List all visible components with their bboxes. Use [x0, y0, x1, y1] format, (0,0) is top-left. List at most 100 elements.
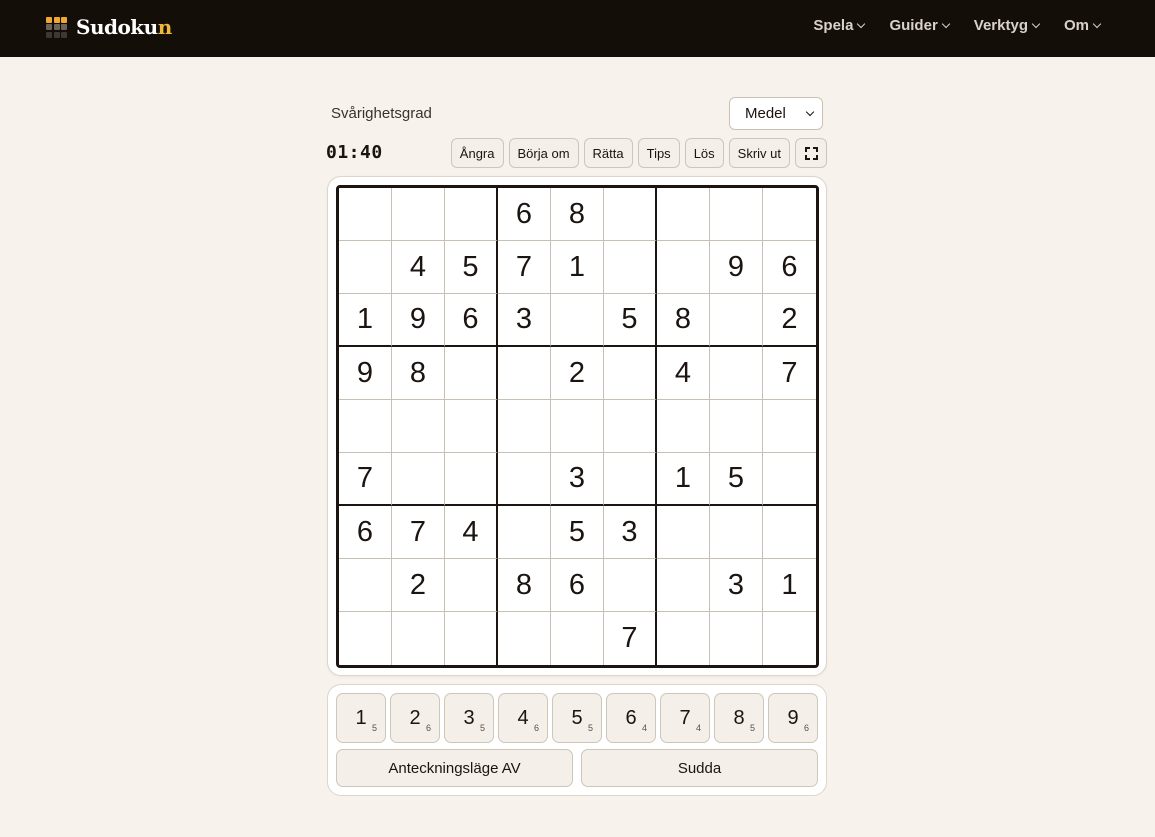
sudoku-cell-r9c6[interactable]: 7	[604, 612, 657, 665]
solve-button[interactable]: Lös	[684, 138, 724, 168]
digit-button-8[interactable]: 85	[714, 693, 764, 743]
sudoku-cell-r3c1[interactable]: 1	[339, 294, 392, 347]
sudoku-cell-r7c6[interactable]: 3	[604, 506, 657, 559]
sudoku-cell-r5c3[interactable]	[445, 400, 498, 453]
sudoku-cell-r5c8[interactable]	[710, 400, 763, 453]
sudoku-cell-r2c1[interactable]	[339, 241, 392, 294]
sudoku-cell-r9c1[interactable]	[339, 612, 392, 665]
sudoku-cell-r1c7[interactable]	[657, 188, 710, 241]
sudoku-cell-r9c7[interactable]	[657, 612, 710, 665]
sudoku-cell-r7c1[interactable]: 6	[339, 506, 392, 559]
sudoku-cell-r6c3[interactable]	[445, 453, 498, 506]
sudoku-cell-r1c1[interactable]	[339, 188, 392, 241]
sudoku-cell-r2c8[interactable]: 9	[710, 241, 763, 294]
sudoku-cell-r6c9[interactable]	[763, 453, 816, 506]
sudoku-cell-r4c7[interactable]: 4	[657, 347, 710, 400]
sudoku-cell-r3c7[interactable]: 8	[657, 294, 710, 347]
sudoku-cell-r8c1[interactable]	[339, 559, 392, 612]
check-button[interactable]: Rätta	[583, 138, 633, 168]
sudoku-cell-r4c9[interactable]: 7	[763, 347, 816, 400]
difficulty-select[interactable]: Medel	[729, 97, 823, 130]
notes-mode-toggle[interactable]: Anteckningsläge AV	[336, 749, 573, 787]
sudoku-cell-r4c5[interactable]: 2	[551, 347, 604, 400]
sudoku-cell-r5c1[interactable]	[339, 400, 392, 453]
sudoku-cell-r4c8[interactable]	[710, 347, 763, 400]
sudoku-cell-r9c9[interactable]	[763, 612, 816, 665]
hint-button[interactable]: Tips	[637, 138, 680, 168]
sudoku-cell-r3c4[interactable]: 3	[498, 294, 551, 347]
digit-button-7[interactable]: 74	[660, 693, 710, 743]
sudoku-cell-r1c6[interactable]	[604, 188, 657, 241]
site-logo[interactable]: Sudokun	[46, 15, 172, 39]
sudoku-cell-r4c2[interactable]: 8	[392, 347, 445, 400]
sudoku-cell-r2c9[interactable]: 6	[763, 241, 816, 294]
sudoku-cell-r7c5[interactable]: 5	[551, 506, 604, 559]
sudoku-cell-r6c4[interactable]	[498, 453, 551, 506]
nav-item-om[interactable]: Om	[1064, 17, 1102, 34]
sudoku-cell-r9c5[interactable]	[551, 612, 604, 665]
sudoku-cell-r8c9[interactable]: 1	[763, 559, 816, 612]
sudoku-cell-r1c8[interactable]	[710, 188, 763, 241]
sudoku-cell-r8c8[interactable]: 3	[710, 559, 763, 612]
sudoku-cell-r3c3[interactable]: 6	[445, 294, 498, 347]
sudoku-cell-r6c2[interactable]	[392, 453, 445, 506]
sudoku-cell-r9c4[interactable]	[498, 612, 551, 665]
sudoku-cell-r2c4[interactable]: 7	[498, 241, 551, 294]
sudoku-cell-r7c7[interactable]	[657, 506, 710, 559]
sudoku-cell-r2c2[interactable]: 4	[392, 241, 445, 294]
sudoku-cell-r6c7[interactable]: 1	[657, 453, 710, 506]
sudoku-cell-r9c3[interactable]	[445, 612, 498, 665]
sudoku-cell-r7c2[interactable]: 7	[392, 506, 445, 559]
digit-button-5[interactable]: 55	[552, 693, 602, 743]
digit-button-6[interactable]: 64	[606, 693, 656, 743]
sudoku-cell-r4c4[interactable]	[498, 347, 551, 400]
sudoku-cell-r8c2[interactable]: 2	[392, 559, 445, 612]
print-button[interactable]: Skriv ut	[728, 138, 790, 168]
sudoku-cell-r1c4[interactable]: 6	[498, 188, 551, 241]
sudoku-cell-r1c5[interactable]: 8	[551, 188, 604, 241]
sudoku-cell-r7c4[interactable]	[498, 506, 551, 559]
sudoku-cell-r8c6[interactable]	[604, 559, 657, 612]
sudoku-cell-r3c8[interactable]	[710, 294, 763, 347]
sudoku-cell-r8c7[interactable]	[657, 559, 710, 612]
sudoku-cell-r2c3[interactable]: 5	[445, 241, 498, 294]
digit-button-3[interactable]: 35	[444, 693, 494, 743]
sudoku-cell-r4c3[interactable]	[445, 347, 498, 400]
sudoku-cell-r1c9[interactable]	[763, 188, 816, 241]
sudoku-cell-r8c3[interactable]	[445, 559, 498, 612]
sudoku-cell-r5c6[interactable]	[604, 400, 657, 453]
sudoku-cell-r8c5[interactable]: 6	[551, 559, 604, 612]
fullscreen-button[interactable]	[795, 138, 827, 168]
sudoku-cell-r8c4[interactable]: 8	[498, 559, 551, 612]
sudoku-cell-r6c5[interactable]: 3	[551, 453, 604, 506]
sudoku-cell-r5c5[interactable]	[551, 400, 604, 453]
digit-button-2[interactable]: 26	[390, 693, 440, 743]
sudoku-cell-r3c6[interactable]: 5	[604, 294, 657, 347]
nav-item-guider[interactable]: Guider	[889, 17, 951, 34]
sudoku-cell-r5c9[interactable]	[763, 400, 816, 453]
digit-button-9[interactable]: 96	[768, 693, 818, 743]
sudoku-cell-r4c1[interactable]: 9	[339, 347, 392, 400]
sudoku-cell-r5c7[interactable]	[657, 400, 710, 453]
sudoku-cell-r4c6[interactable]	[604, 347, 657, 400]
erase-button[interactable]: Sudda	[581, 749, 818, 787]
sudoku-cell-r6c8[interactable]: 5	[710, 453, 763, 506]
sudoku-cell-r3c5[interactable]	[551, 294, 604, 347]
sudoku-cell-r2c7[interactable]	[657, 241, 710, 294]
nav-item-verktyg[interactable]: Verktyg	[974, 17, 1041, 34]
sudoku-cell-r9c2[interactable]	[392, 612, 445, 665]
sudoku-cell-r7c8[interactable]	[710, 506, 763, 559]
sudoku-cell-r5c2[interactable]	[392, 400, 445, 453]
sudoku-cell-r6c6[interactable]	[604, 453, 657, 506]
sudoku-cell-r7c9[interactable]	[763, 506, 816, 559]
sudoku-cell-r3c2[interactable]: 9	[392, 294, 445, 347]
undo-button[interactable]: Ångra	[450, 138, 504, 168]
sudoku-cell-r6c1[interactable]: 7	[339, 453, 392, 506]
digit-button-1[interactable]: 15	[336, 693, 386, 743]
sudoku-cell-r2c6[interactable]	[604, 241, 657, 294]
digit-button-4[interactable]: 46	[498, 693, 548, 743]
restart-button[interactable]: Börja om	[508, 138, 579, 168]
sudoku-cell-r3c9[interactable]: 2	[763, 294, 816, 347]
sudoku-cell-r1c3[interactable]	[445, 188, 498, 241]
nav-item-spela[interactable]: Spela	[813, 17, 866, 34]
